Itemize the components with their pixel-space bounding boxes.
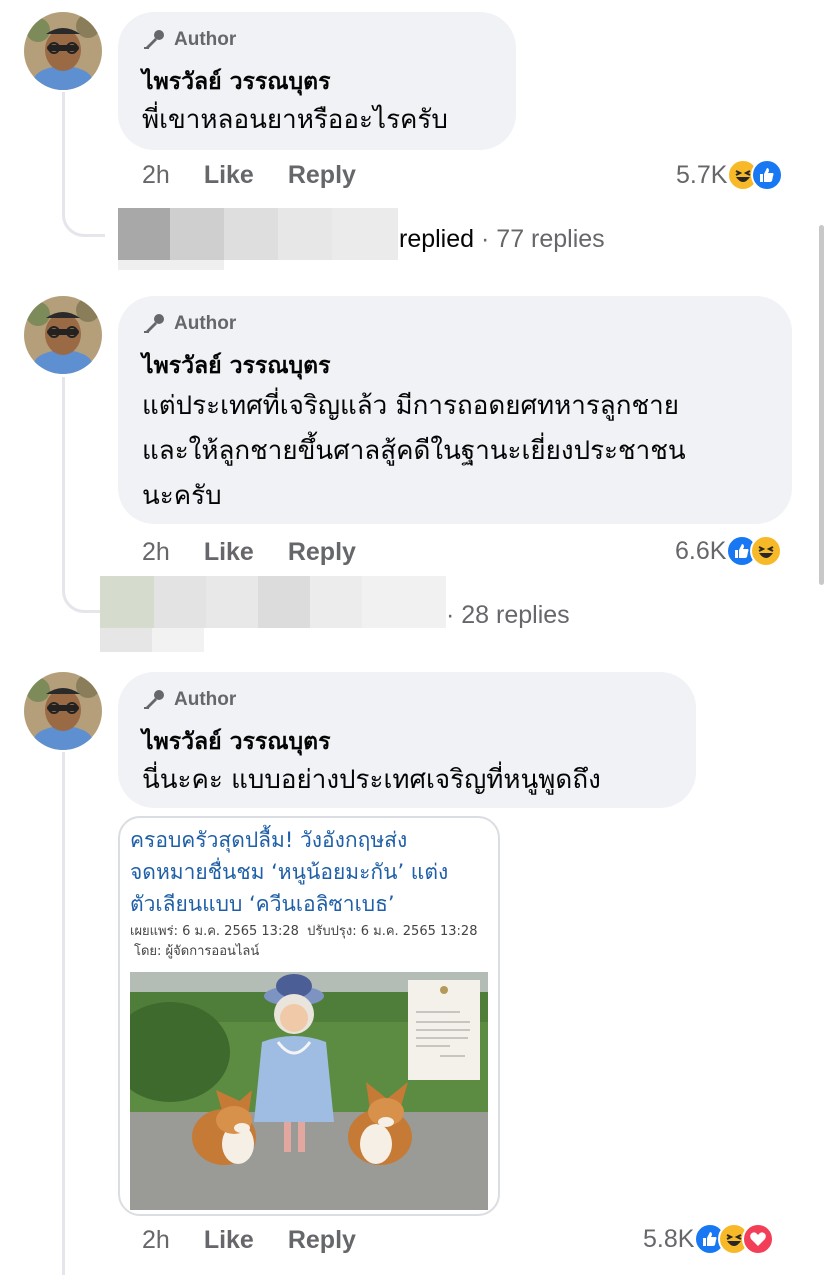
avatar[interactable]: [24, 296, 102, 374]
comment-line: นี่นะคะ แบบอย่างประเทศเจริญที่หนูพูดถึง: [142, 765, 601, 795]
comment-text: พี่เขาหลอนยาหรืออะไรครับ: [142, 98, 448, 143]
microphone-icon: [144, 30, 164, 49]
reply-button[interactable]: Reply: [288, 538, 356, 567]
replied-label: replied: [399, 225, 475, 253]
avatar[interactable]: [24, 12, 102, 90]
comment-line: พี่เขาหลอนยาหรืออะไรครับ: [142, 105, 448, 135]
thread-line: [62, 752, 65, 1275]
scrollbar[interactable]: [819, 225, 824, 585]
like-icon: [751, 159, 784, 191]
thread-connector: [62, 92, 105, 237]
reaction-summary[interactable]: 5.7K: [676, 159, 784, 191]
reply-button[interactable]: Reply: [288, 161, 356, 190]
microphone-icon: [144, 314, 164, 333]
reaction-count: 6.6K: [675, 536, 727, 565]
avatar-image: [24, 12, 102, 90]
microphone-icon: [144, 690, 164, 709]
photo-girl-with-corgis: [130, 972, 488, 1210]
comment-line: และให้ลูกชายขึ้นศาลสู้คดีในฐานะเยี่ยงประ…: [142, 436, 686, 466]
view-replies-link[interactable]: · 28 replies: [446, 601, 570, 630]
comment-line: นะครับ: [142, 481, 222, 511]
comment-line: แต่ประเทศที่เจริญแล้ว มีการถอดยศทหารลูกช…: [142, 391, 679, 421]
headline-line: ครอบครัวสุดปลื้ม! วังอังกฤษส่ง: [130, 828, 408, 852]
author-badge-label: Author: [174, 689, 237, 710]
avatar-image: [24, 672, 102, 750]
comment-time[interactable]: 2h: [142, 1226, 170, 1255]
headline-line: ตัวเลียนแบบ ‘ควีนเอลิซาเบธ’: [130, 892, 395, 916]
author-badge-label: Author: [174, 29, 237, 50]
comment-actions: 2h Like Reply: [142, 1226, 390, 1255]
comment-author-name[interactable]: ไพรวัลย์ วรรณบุตร: [142, 348, 330, 384]
like-button[interactable]: Like: [204, 161, 254, 190]
comment-actions: 2h Like Reply: [142, 538, 390, 567]
attachment-byline: โดย: ผู้จัดการออนไลน์: [134, 944, 260, 959]
comment-time[interactable]: 2h: [142, 538, 170, 567]
comment-text: นี่นะคะ แบบอย่างประเทศเจริญที่หนูพูดถึง: [142, 758, 601, 803]
comment-author-name[interactable]: ไพรวัลย์ วรรณบุตร: [142, 64, 330, 100]
comment-author-name[interactable]: ไพรวัลย์ วรรณบุตร: [142, 724, 330, 760]
comment-text: แต่ประเทศที่เจริญแล้ว มีการถอดยศทหารลูกช…: [142, 384, 686, 519]
replies-count: · 28 replies: [446, 601, 570, 629]
attachment-image[interactable]: ครอบครัวสุดปลื้ม! วังอังกฤษส่ง จดหมายชื่…: [118, 816, 500, 1216]
love-icon: [742, 1223, 775, 1255]
comment-actions: 2h Like Reply: [142, 161, 390, 190]
reaction-count: 5.7K: [676, 160, 728, 189]
thread-connector: [62, 377, 105, 613]
replies-count: · 77 replies: [481, 225, 605, 253]
published-date: เผยแพร่: 6 ม.ค. 2565 13:28: [130, 924, 299, 939]
author-badge-label: Author: [174, 313, 237, 334]
reaction-summary[interactable]: 5.8K: [643, 1223, 775, 1255]
reply-button[interactable]: Reply: [288, 1226, 356, 1255]
like-button[interactable]: Like: [204, 538, 254, 567]
attachment-headline: ครอบครัวสุดปลื้ม! วังอังกฤษส่ง จดหมายชื่…: [130, 824, 448, 920]
reaction-summary[interactable]: 6.6K: [675, 535, 783, 567]
author-badge: Author: [142, 688, 236, 712]
headline-line: จดหมายชื่นชม ‘หนูน้อยมะกัน’ แต่ง: [130, 860, 449, 884]
reaction-count: 5.8K: [643, 1224, 695, 1253]
author-badge: Author: [142, 28, 236, 52]
view-replies-link[interactable]: replied · 77 replies: [399, 225, 605, 254]
attachment-dates: เผยแพร่: 6 ม.ค. 2565 13:28 ปรับปรุง: 6 ม…: [130, 920, 477, 941]
like-button[interactable]: Like: [204, 1226, 254, 1255]
haha-icon: [750, 535, 783, 567]
comment-time[interactable]: 2h: [142, 161, 170, 190]
blurred-replier-avatars: [118, 208, 398, 270]
blurred-replier-avatars: [100, 576, 446, 652]
updated-date: ปรับปรุง: 6 ม.ค. 2565 13:28: [307, 924, 478, 939]
author-badge: Author: [142, 312, 236, 336]
avatar-image: [24, 296, 102, 374]
avatar[interactable]: [24, 672, 102, 750]
